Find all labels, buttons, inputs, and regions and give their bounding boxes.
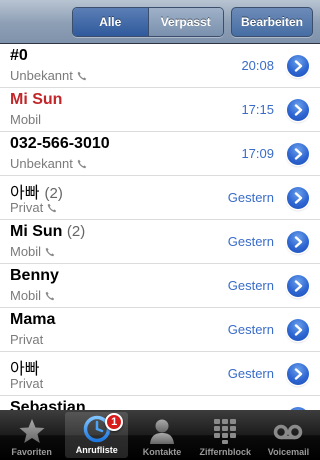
chevron-right-icon bbox=[294, 324, 303, 336]
phone-icon bbox=[77, 71, 87, 81]
detail-disclosure-button[interactable] bbox=[287, 231, 309, 253]
number-type-label: Privat bbox=[10, 200, 44, 215]
voicemail-icon bbox=[273, 416, 303, 446]
chevron-right-icon bbox=[294, 280, 303, 292]
missed-calls-badge: 1 bbox=[105, 413, 124, 431]
call-filter-segmented-control: Alle Verpasst bbox=[72, 7, 224, 37]
call-time: Gestern bbox=[227, 278, 274, 293]
phone-icon bbox=[45, 291, 55, 301]
tab-favorites[interactable]: Favoriten bbox=[0, 410, 63, 460]
tab-label: Voicemail bbox=[267, 447, 310, 457]
phone-icon bbox=[47, 203, 57, 213]
caller-name: Mi Sun (2) bbox=[10, 223, 85, 241]
detail-disclosure-button[interactable] bbox=[287, 99, 309, 121]
caller-name: Sebastian bbox=[10, 399, 86, 410]
call-time: Gestern bbox=[227, 322, 274, 337]
number-type: Privat bbox=[10, 376, 43, 391]
detail-disclosure-button[interactable] bbox=[287, 187, 309, 209]
call-time: Gestern bbox=[227, 366, 274, 381]
call-row[interactable]: Benny Mobil Gestern bbox=[0, 264, 320, 308]
call-time: 20:08 bbox=[241, 58, 274, 73]
tab-recents[interactable]: 1 Anrufliste bbox=[65, 412, 129, 458]
tab-voicemail[interactable]: Voicemail bbox=[257, 410, 320, 460]
call-row[interactable]: #0 Unbekannt 20:08 bbox=[0, 44, 320, 88]
number-type-label: Mobil bbox=[10, 112, 42, 127]
number-type-label: Unbekannt bbox=[10, 156, 73, 171]
navigation-bar: Alle Verpasst Bearbeiten bbox=[0, 0, 320, 44]
call-row[interactable]: 아빠 Privat Gestern bbox=[0, 352, 320, 396]
number-type: Unbekannt bbox=[10, 156, 87, 171]
phone-icon bbox=[45, 247, 55, 257]
detail-disclosure-button[interactable] bbox=[287, 275, 309, 297]
number-type-label: Mobil bbox=[10, 288, 42, 303]
call-time: Gestern bbox=[227, 234, 274, 249]
call-time: 17:09 bbox=[241, 146, 274, 161]
caller-name: #0 bbox=[10, 47, 28, 65]
detail-disclosure-button[interactable] bbox=[287, 363, 309, 385]
segment-missed[interactable]: Verpasst bbox=[147, 8, 223, 36]
caller-name: Mi Sun bbox=[10, 91, 62, 109]
caller-name-text: Sebastian bbox=[10, 399, 86, 410]
segment-all[interactable]: Alle bbox=[73, 8, 148, 36]
caller-name-text: Mi Sun bbox=[10, 91, 63, 108]
caller-name-text: #0 bbox=[10, 47, 28, 64]
chevron-right-icon bbox=[294, 368, 303, 380]
phone-icon bbox=[77, 159, 87, 169]
tab-label: Anrufliste bbox=[75, 445, 118, 455]
chevron-right-icon bbox=[294, 236, 303, 248]
tab-keypad[interactable]: Ziffernblock bbox=[194, 410, 257, 460]
tab-label: Ziffernblock bbox=[199, 447, 251, 457]
number-type-label: Mobil bbox=[10, 244, 42, 259]
call-row[interactable]: 아빠 (2) Privat Gestern bbox=[0, 176, 320, 220]
edit-button[interactable]: Bearbeiten bbox=[231, 7, 313, 37]
call-row[interactable]: Mi Sun (2) Mobil Gestern bbox=[0, 220, 320, 264]
caller-name: Benny bbox=[10, 267, 59, 285]
number-type: Privat bbox=[10, 200, 57, 215]
number-type: Mobil bbox=[10, 288, 55, 303]
tab-contacts[interactable]: Kontakte bbox=[130, 410, 193, 460]
chevron-right-icon bbox=[294, 60, 303, 72]
caller-name: Mama bbox=[10, 311, 55, 329]
chevron-right-icon bbox=[294, 104, 303, 116]
number-type: Unbekannt bbox=[10, 68, 87, 83]
caller-name: 032-566-3010 bbox=[10, 135, 110, 153]
chevron-right-icon bbox=[294, 192, 303, 204]
detail-disclosure-button[interactable] bbox=[287, 55, 309, 77]
caller-name-text: 032-566-3010 bbox=[10, 135, 110, 152]
person-icon bbox=[147, 416, 177, 446]
call-row[interactable]: Mama Privat Gestern bbox=[0, 308, 320, 352]
caller-name-text: Mi Sun bbox=[10, 223, 63, 240]
number-type: Privat bbox=[10, 332, 43, 347]
caller-name-text: Mama bbox=[10, 311, 56, 328]
number-type-label: Privat bbox=[10, 376, 44, 391]
detail-disclosure-button[interactable] bbox=[287, 319, 309, 341]
call-count: (2) bbox=[66, 223, 86, 240]
tab-label: Kontakte bbox=[142, 447, 182, 457]
number-type-label: Unbekannt bbox=[10, 68, 73, 83]
tab-bar: Favoriten 1 Anrufliste Kontakte Ziffernb… bbox=[0, 410, 320, 460]
chevron-right-icon bbox=[294, 148, 303, 160]
tab-label: Favoriten bbox=[11, 447, 52, 457]
call-row[interactable]: Sebastian bbox=[0, 396, 320, 410]
caller-name-text: Benny bbox=[10, 267, 59, 284]
number-type: Mobil bbox=[10, 112, 41, 127]
star-icon bbox=[17, 416, 47, 446]
keypad-icon bbox=[210, 416, 240, 446]
call-time: Gestern bbox=[227, 190, 274, 205]
recent-calls-list[interactable]: #0 Unbekannt 20:08 Mi Sun Mobil 17:15 032-566-… bbox=[0, 44, 320, 410]
detail-disclosure-button[interactable] bbox=[287, 143, 309, 165]
number-type: Mobil bbox=[10, 244, 55, 259]
call-time: 17:15 bbox=[241, 102, 274, 117]
call-row[interactable]: 032-566-3010 Unbekannt 17:09 bbox=[0, 132, 320, 176]
number-type-label: Privat bbox=[10, 332, 44, 347]
call-row[interactable]: Mi Sun Mobil 17:15 bbox=[0, 88, 320, 132]
